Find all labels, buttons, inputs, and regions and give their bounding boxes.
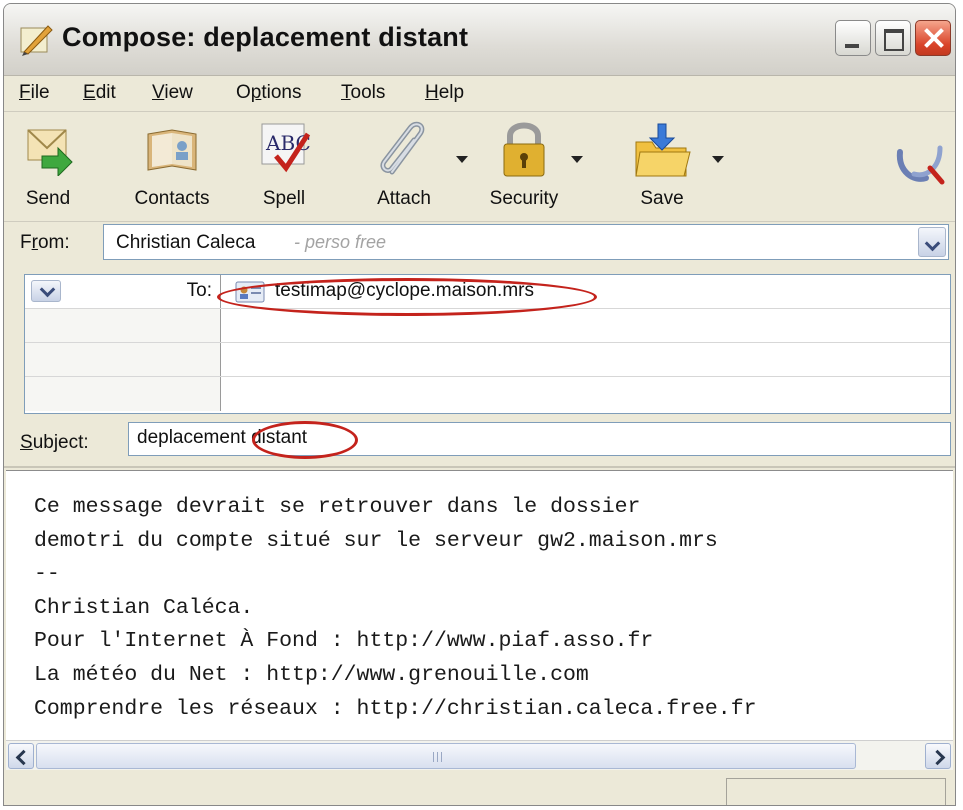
chevron-down-icon[interactable] (918, 227, 946, 257)
address-type-dropdown[interactable] (31, 280, 61, 302)
contacts-label: Contacts (134, 188, 210, 209)
message-body-editor[interactable]: Ce message devrait se retrouver dans le … (6, 470, 953, 740)
from-label: From: (20, 232, 70, 253)
attach-label: Attach (377, 188, 431, 209)
menu-file[interactable]: File (19, 82, 50, 104)
body-line: demotri du compte situé sur le serveur g… (34, 528, 718, 553)
address-type-cell (25, 343, 221, 376)
send-button[interactable]: Send (10, 120, 86, 218)
menu-edit[interactable]: Edit (83, 82, 116, 104)
body-line: -- (34, 562, 60, 587)
maximize-button[interactable] (875, 20, 911, 56)
minimize-button[interactable] (835, 20, 871, 56)
grip-icon (433, 752, 445, 762)
horizontal-scrollbar[interactable] (6, 740, 953, 770)
spell-button[interactable]: ABC Spell (244, 120, 324, 218)
send-arrow-icon (27, 129, 73, 176)
address-type-cell (25, 377, 221, 411)
subject-highlight-ellipse (252, 421, 358, 459)
address-type-cell (25, 309, 221, 342)
throbber-icon (896, 145, 945, 185)
menu-bar: File Edit View Options Tools Help (4, 76, 955, 112)
attach-dropdown-icon[interactable] (456, 156, 468, 163)
menu-tools[interactable]: Tools (341, 82, 385, 104)
scroll-right-icon[interactable] (925, 743, 951, 769)
status-bar (4, 770, 955, 805)
compose-window: Compose: deplacement distant File Edit V… (3, 3, 956, 806)
from-identity: - perso free (294, 232, 387, 252)
security-label: Security (489, 188, 559, 209)
attach-button[interactable]: Attach (362, 120, 446, 218)
body-line: Christian Caléca. (34, 595, 254, 620)
spell-label: Spell (262, 188, 306, 209)
menu-view[interactable]: View (152, 82, 193, 104)
body-line: Pour l'Internet À Fond : http://www.piaf… (34, 629, 654, 654)
security-button[interactable]: Security (474, 120, 574, 218)
scroll-thumb[interactable] (36, 743, 856, 769)
toolbar: Send Contacts ABC Spell Attach Security … (4, 112, 955, 222)
body-line: La météo du Net : http://www.grenouille.… (34, 662, 589, 687)
security-dropdown-icon[interactable] (571, 156, 583, 163)
paperclip-icon (380, 121, 425, 175)
from-select[interactable]: Christian Caleca - perso free (103, 224, 949, 260)
menu-help[interactable]: Help (425, 82, 464, 104)
window-title: Compose: deplacement distant (62, 22, 469, 52)
save-dropdown-icon[interactable] (712, 156, 724, 163)
subject-label: Subject: (20, 432, 89, 453)
status-panel (726, 778, 946, 805)
body-line: Comprendre les réseaux : http://christia… (34, 696, 757, 721)
address-row[interactable] (25, 343, 950, 377)
spellcheck-icon: ABC (261, 123, 311, 173)
close-button[interactable] (915, 20, 951, 56)
send-label: Send (25, 188, 71, 209)
contacts-button[interactable]: Contacts (122, 120, 222, 218)
to-label: To: (186, 280, 212, 301)
address-book-icon (147, 129, 197, 171)
scroll-left-icon[interactable] (8, 743, 34, 769)
padlock-icon (503, 122, 545, 177)
body-line: Ce message devrait se retrouver dans le … (34, 495, 641, 519)
compose-pen-icon (20, 25, 53, 56)
title-bar[interactable]: Compose: deplacement distant (4, 4, 955, 76)
header-body-splitter[interactable] (4, 466, 955, 468)
address-row[interactable] (25, 377, 950, 411)
save-label: Save (640, 188, 684, 209)
menu-options[interactable]: Options (236, 82, 302, 104)
save-folder-icon (635, 123, 691, 177)
save-button[interactable]: Save (620, 120, 704, 218)
recipient-highlight-ellipse (217, 278, 597, 316)
address-type-cell: To: (25, 275, 221, 308)
from-name: Christian Caleca (116, 232, 256, 253)
message-body-text: Ce message devrait se retrouver dans le … (34, 491, 757, 726)
